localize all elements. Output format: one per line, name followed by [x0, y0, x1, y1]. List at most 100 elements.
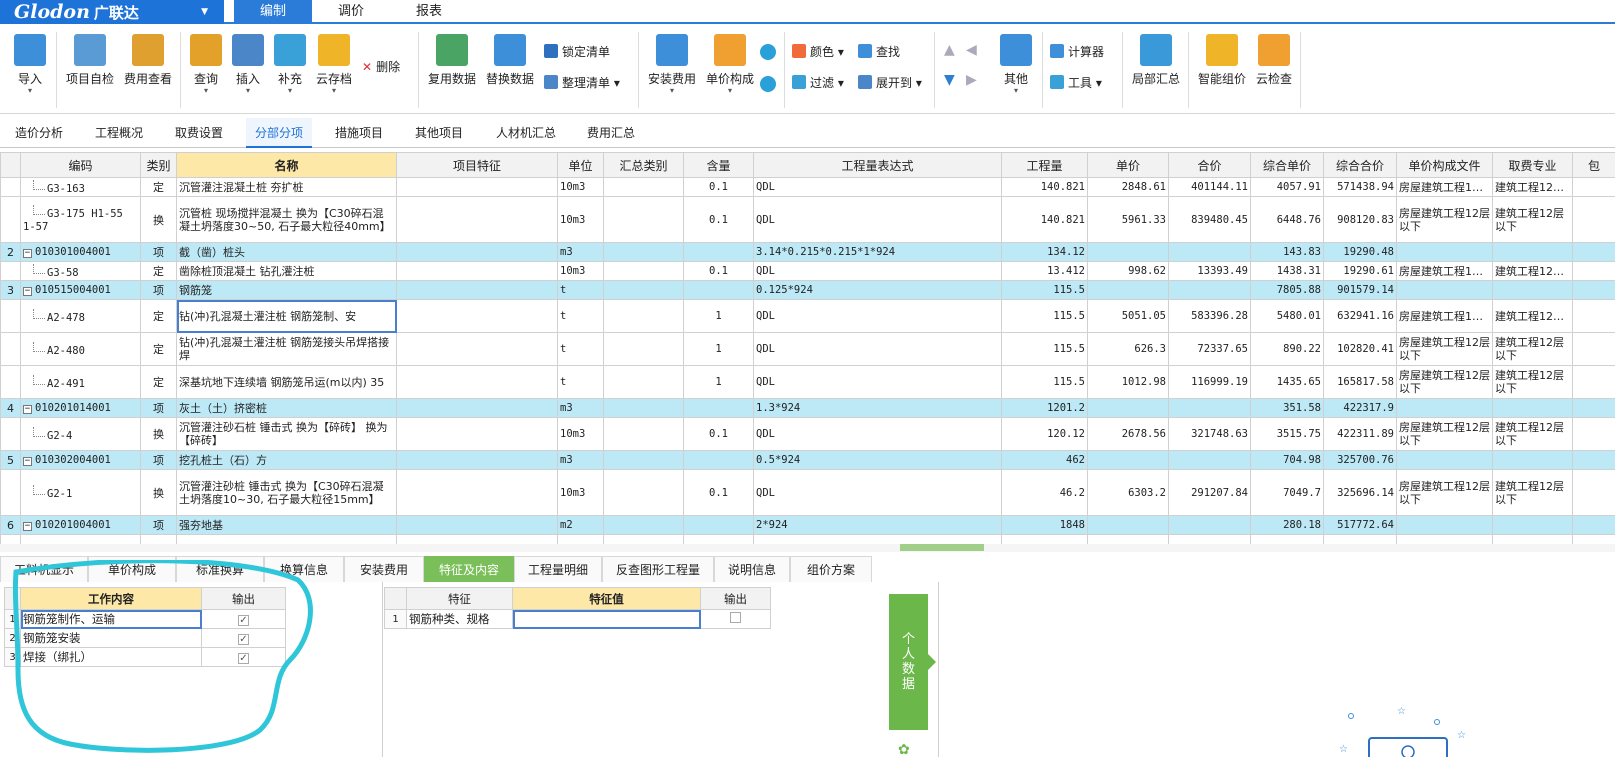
tools-button[interactable]: 工具 ▾ — [1050, 74, 1102, 91]
composite-total-cell[interactable]: 19290.61 — [1324, 262, 1397, 281]
quota-row[interactable]: G3-175 H1-55 1-57换沉管桩 现场搅拌混凝土 换为【C30碎石混凝… — [1, 197, 1615, 243]
row-number-cell[interactable] — [1, 535, 21, 545]
move-up-icon[interactable]: ▲ — [944, 42, 955, 58]
features-cell[interactable] — [397, 470, 558, 516]
summary-category-cell[interactable] — [604, 418, 684, 451]
code-cell[interactable]: −010201014001 — [21, 399, 141, 418]
tab-features-content[interactable]: 特征及内容 — [424, 556, 514, 582]
features-cell[interactable] — [397, 516, 558, 535]
color-button[interactable]: 颜色 ▾ — [792, 43, 844, 60]
col-header-content[interactable]: 含量 — [684, 153, 754, 178]
unit-cell[interactable]: t — [558, 366, 604, 399]
price-composition-file-cell[interactable]: 房屋建筑工程12层以下 — [1397, 470, 1493, 516]
code-cell[interactable]: A2-491 — [21, 366, 141, 399]
quantity-cell[interactable]: 115.5 — [1002, 333, 1088, 366]
quick-price-icon[interactable] — [760, 44, 776, 60]
composite-unit-price-cell[interactable]: 7805.88 — [1251, 281, 1324, 300]
composite-unit-price-cell[interactable]: 6448.76 — [1251, 197, 1324, 243]
quota-row[interactable]: A2-478定钻(冲)孔混凝土灌注桩 钢筋笼制、安t1QDL115.55051.… — [1, 300, 1615, 333]
features-cell[interactable] — [397, 418, 558, 451]
app-logo[interactable]: Glodon广联达▼ — [0, 0, 224, 24]
unit-price-cell[interactable] — [1088, 281, 1169, 300]
content-cell[interactable]: 0.1 — [684, 262, 754, 281]
composite-total-cell[interactable]: 901579.14 — [1324, 281, 1397, 300]
quantity-expression-cell[interactable]: 0.5*924 — [754, 451, 1002, 470]
col-header-features[interactable]: 项目特征 — [397, 153, 558, 178]
quantity-cell[interactable]: 1201.2 — [1002, 399, 1088, 418]
col-header-composite-unit-price[interactable]: 综合单价 — [1251, 153, 1324, 178]
bill-item-row[interactable]: 4−010201014001项灰土（土）挤密桩m31.3*9241201.235… — [1, 399, 1615, 418]
unit-cell[interactable]: 10m3 — [558, 470, 604, 516]
summary-category-cell[interactable] — [604, 535, 684, 545]
quota-row[interactable]: G2-1换沉管灌注砂桩 锤击式 换为【黏土】10m30.11848184.820… — [1, 535, 1615, 545]
unit-cell[interactable]: m3 — [558, 451, 604, 470]
fee-specialty-cell[interactable]: 建筑工程12层以下 — [1493, 197, 1573, 243]
col-header-quantity-expression[interactable]: 工程量表达式 — [754, 153, 1002, 178]
quantity-expression-cell[interactable]: QDL — [754, 333, 1002, 366]
price-composition-file-cell[interactable] — [1397, 399, 1493, 418]
col-header-output[interactable]: 输出 — [701, 588, 771, 610]
row-number-cell[interactable] — [1, 333, 21, 366]
total-price-cell[interactable] — [1169, 281, 1251, 300]
total-price-cell[interactable] — [1169, 516, 1251, 535]
find-button[interactable]: 查找 — [858, 43, 900, 60]
content-cell[interactable]: 0.1 — [684, 178, 754, 197]
row-number-cell[interactable]: 4 — [1, 399, 21, 418]
unit-price-button[interactable]: 单价构成▾ — [702, 34, 758, 95]
total-price-cell[interactable] — [1169, 399, 1251, 418]
unit-price-cell[interactable] — [1088, 516, 1169, 535]
name-cell[interactable]: 深基坑地下连续墙 钢筋笼吊运(m以内) 35 — [177, 366, 397, 399]
total-price-cell[interactable]: 583396.28 — [1169, 300, 1251, 333]
collapse-icon[interactable]: − — [23, 405, 32, 414]
tab-sub-items[interactable]: 分部分项 — [246, 118, 312, 148]
unit-cell[interactable]: 10m3 — [558, 262, 604, 281]
extra-cell[interactable] — [1573, 262, 1615, 281]
fee-specialty-cell[interactable]: 建筑工程12… — [1493, 178, 1573, 197]
quantity-cell[interactable]: 13.412 — [1002, 262, 1088, 281]
tab-cost-analysis[interactable]: 造价分析 — [6, 118, 72, 148]
price-composition-file-cell[interactable]: 房屋建筑工程1… — [1397, 262, 1493, 281]
feature-name-cell[interactable]: 钢筋种类、规格 — [407, 610, 513, 629]
move-right-icon[interactable]: ▶ — [966, 72, 977, 88]
collapse-icon[interactable]: − — [23, 457, 32, 466]
name-cell[interactable]: 截（凿）桩头 — [177, 243, 397, 262]
composite-total-cell[interactable]: 517772.64 — [1324, 516, 1397, 535]
quantity-expression-cell[interactable]: 3.14*0.215*0.215*1*924 — [754, 243, 1002, 262]
menu-tab-report[interactable]: 报表 — [390, 0, 468, 24]
cloud-archive-button[interactable]: 云存档▾ — [312, 34, 356, 95]
summary-category-cell[interactable] — [604, 262, 684, 281]
tab-fee-summary[interactable]: 费用汇总 — [578, 118, 644, 148]
type-cell[interactable]: 定 — [141, 366, 177, 399]
composite-unit-price-cell[interactable]: 351.58 — [1251, 399, 1324, 418]
tab-pricing-scheme[interactable]: 组价方案 — [790, 556, 872, 582]
quantity-cell[interactable]: 184.8 — [1002, 535, 1088, 545]
composite-unit-price-cell[interactable]: 2801.67 — [1251, 535, 1324, 545]
fee-specialty-cell[interactable] — [1493, 243, 1573, 262]
output-checkbox[interactable] — [730, 612, 741, 623]
partial-summary-button[interactable]: 局部汇总 — [1128, 34, 1184, 87]
price-composition-file-cell[interactable]: 房屋建筑工程12层以下 — [1397, 197, 1493, 243]
quantity-cell[interactable]: 462 — [1002, 451, 1088, 470]
price-composition-file-cell[interactable] — [1397, 451, 1493, 470]
total-price-cell[interactable] — [1169, 451, 1251, 470]
tab-description[interactable]: 说明信息 — [714, 556, 790, 582]
composite-total-cell[interactable]: 908120.83 — [1324, 197, 1397, 243]
insert-button[interactable]: 插入▾ — [228, 34, 268, 95]
content-cell[interactable]: 1 — [684, 300, 754, 333]
name-cell[interactable]: 沉管灌注砂桩 锤击式 换为【C30碎石混凝土坍落度10~30, 石子最大粒径15… — [177, 470, 397, 516]
quantity-cell[interactable]: 46.2 — [1002, 470, 1088, 516]
tab-measures[interactable]: 措施项目 — [326, 118, 392, 148]
fee-specialty-cell[interactable]: 建筑工程12层以下 — [1493, 366, 1573, 399]
unit-price-cell[interactable]: 2055.17 — [1088, 535, 1169, 545]
code-cell[interactable]: G2-1 — [21, 470, 141, 516]
col-header-composite-total[interactable]: 综合合价 — [1324, 153, 1397, 178]
code-cell[interactable]: G2-4 — [21, 418, 141, 451]
feature-value-cell[interactable] — [513, 610, 701, 629]
quantity-cell[interactable]: 1848 — [1002, 516, 1088, 535]
composite-unit-price-cell[interactable]: 890.22 — [1251, 333, 1324, 366]
unit-cell[interactable]: 10m3 — [558, 197, 604, 243]
quantity-cell[interactable]: 120.12 — [1002, 418, 1088, 451]
name-cell[interactable]: 钻(冲)孔混凝土灌注桩 钢筋笼接头吊焊搭接焊 — [177, 333, 397, 366]
features-cell[interactable] — [397, 300, 558, 333]
features-cell[interactable] — [397, 243, 558, 262]
